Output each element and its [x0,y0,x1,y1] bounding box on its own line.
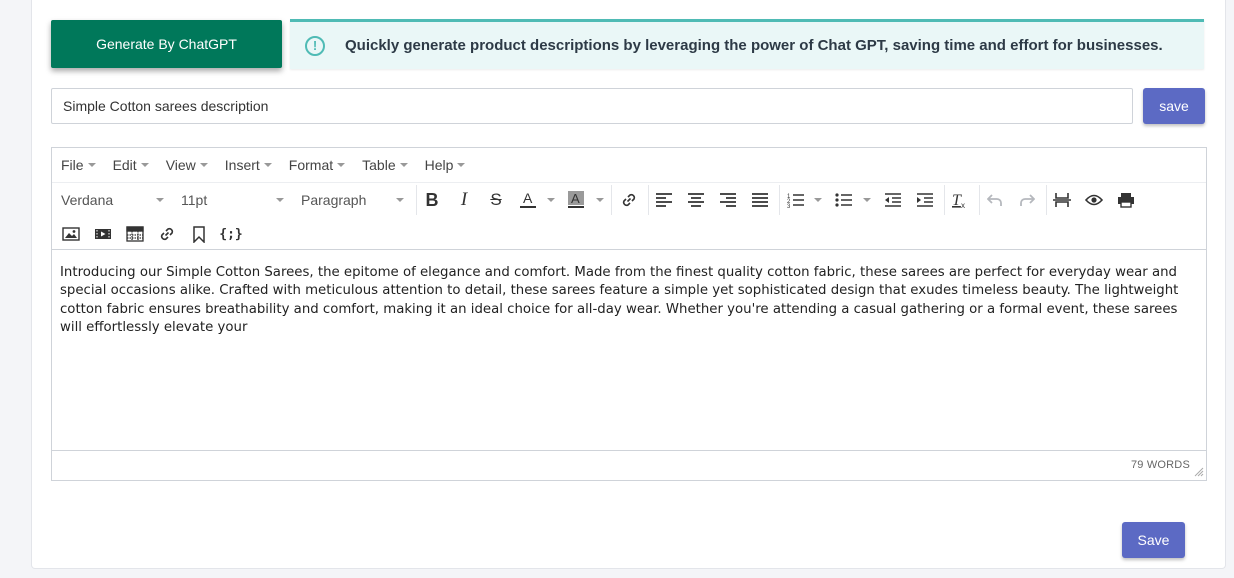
chevron-down-icon [156,198,164,202]
svg-text:A: A [523,190,533,206]
menu-table-label: Table [362,157,396,173]
italic-icon[interactable]: I [452,188,476,212]
menu-help[interactable]: Help [425,157,466,173]
page-break-icon[interactable] [1050,188,1074,212]
menu-help-label: Help [424,157,454,173]
chevron-down-icon [87,163,96,167]
chevron-down-icon[interactable] [547,198,555,202]
strikethrough-icon[interactable]: S [484,188,508,212]
menu-format[interactable]: Format [288,157,346,173]
print-icon[interactable] [1114,188,1138,212]
align-center-icon[interactable] [684,188,708,212]
font-size-select[interactable]: 11pt [181,183,284,217]
menu-file[interactable]: File [61,157,96,173]
undo-icon[interactable] [983,188,1007,212]
code-sample-icon[interactable]: {;} [219,222,243,246]
menu-edit-label: Edit [112,157,137,173]
editor-toolbar-insert: {;} [52,217,1206,250]
chevron-down-icon [199,163,208,167]
link-icon[interactable] [155,222,179,246]
font-family-select[interactable]: Verdana [61,183,164,217]
generate-by-chatgpt-button[interactable]: Generate By ChatGPT [51,20,282,68]
svg-text:3: 3 [787,204,791,208]
editor-menubar: File Edit View Insert Format Table Help [52,148,1206,183]
table-icon[interactable] [123,222,147,246]
background-color-icon[interactable]: A [564,188,588,212]
save-button[interactable]: Save [1122,522,1185,558]
info-banner: ! Quickly generate product descriptions … [290,19,1204,69]
menu-view[interactable]: View [166,157,208,173]
bookmark-anchor-icon[interactable] [187,222,211,246]
editor-statusbar: 79 WORDS [52,451,1206,479]
block-format-value: Paragraph [301,192,367,208]
media-icon[interactable] [91,222,115,246]
chevron-down-icon [276,198,284,202]
resize-handle-icon[interactable] [1194,467,1204,477]
bullet-list-icon[interactable] [832,188,856,212]
svg-text:x: x [961,201,965,209]
toolbar-divider [611,185,612,215]
redo-icon[interactable] [1015,188,1039,212]
toolbar-divider [648,185,649,215]
chevron-down-icon[interactable] [596,198,604,202]
align-justify-icon[interactable] [748,188,772,212]
link-icon[interactable] [617,188,641,212]
svg-text:A: A [571,191,580,206]
toolbar-divider [779,185,780,215]
align-right-icon[interactable] [716,188,740,212]
rich-text-editor: File Edit View Insert Format Table Help … [51,147,1207,481]
word-count: 79 WORDS [1130,459,1190,471]
menu-insert-label: Insert [224,157,260,173]
menu-file-label: File [61,157,84,173]
description-prompt-input[interactable] [51,88,1133,124]
chevron-down-icon [399,163,408,167]
font-family-value: Verdana [61,192,114,208]
toolbar-divider [979,185,980,215]
chevron-down-icon [263,163,272,167]
outdent-icon[interactable] [881,188,905,212]
toolbar-divider [416,185,417,215]
indent-icon[interactable] [913,188,937,212]
exclamation-circle-icon: ! [305,35,325,56]
menu-table[interactable]: Table [362,157,408,173]
bold-icon[interactable]: B [420,188,444,212]
image-icon[interactable] [59,222,83,246]
menu-view-label: View [165,157,196,173]
toolbar-divider [1046,185,1047,215]
toolbar-divider [944,185,945,215]
numbered-list-icon[interactable]: 123 [784,188,808,212]
chevron-down-icon[interactable] [863,198,871,202]
chevron-down-icon[interactable] [814,198,822,202]
chevron-down-icon [396,198,404,202]
menu-edit[interactable]: Edit [113,157,149,173]
font-size-value: 11pt [181,192,208,208]
text-color-icon[interactable]: A [516,188,540,212]
align-left-icon[interactable] [652,188,676,212]
clear-formatting-icon[interactable]: Tx [948,188,972,212]
menu-insert[interactable]: Insert [225,157,272,173]
editor-content[interactable]: Introducing our Simple Cotton Sarees, th… [52,250,1206,451]
menu-format-label: Format [288,157,334,173]
block-format-select[interactable]: Paragraph [301,183,404,217]
info-banner-text: Quickly generate product descriptions by… [345,37,1163,54]
preview-eye-icon[interactable] [1082,188,1106,212]
chevron-down-icon [457,163,466,167]
chevron-down-icon [337,163,346,167]
save-prompt-button[interactable]: save [1143,88,1205,124]
chevron-down-icon [140,163,149,167]
editor-toolbar-format: Verdana 11pt Paragraph B I S A A 123 T x [52,183,1206,217]
